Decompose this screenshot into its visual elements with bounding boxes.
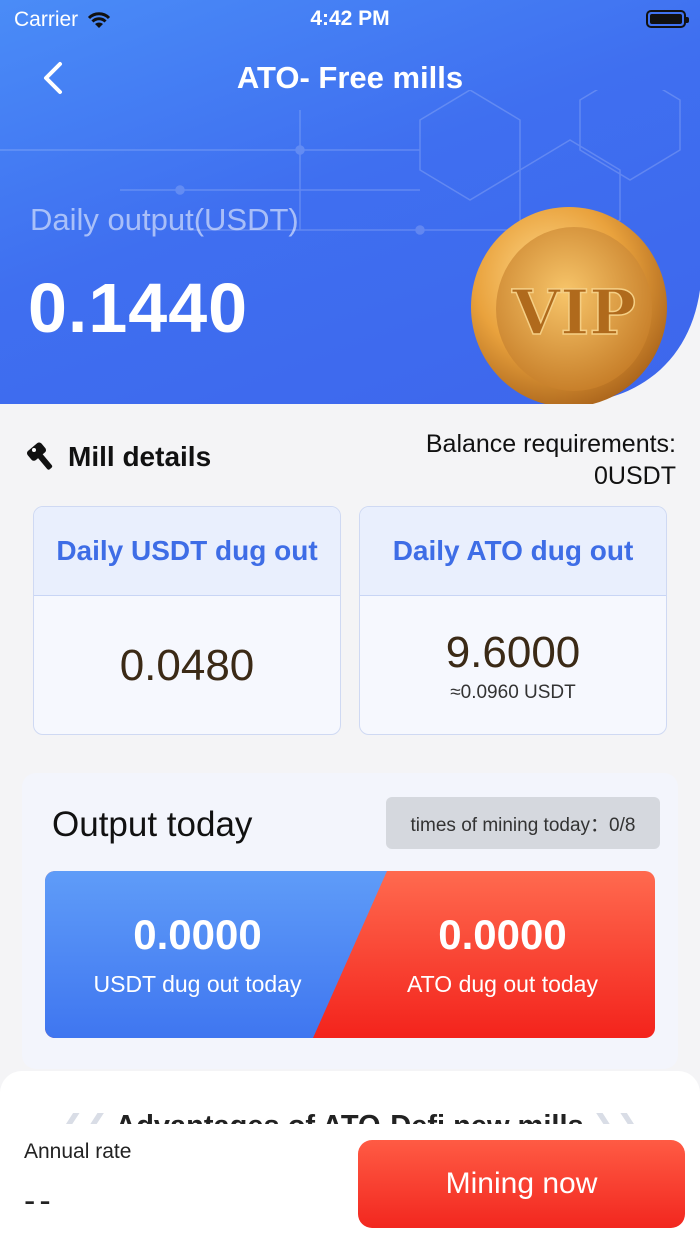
usdt-today-block: 0.0000 USDT dug out today [45,871,350,1038]
vip-coin-icon: VIP [471,207,667,404]
output-today-title: Output today [52,805,253,844]
page-title: ATO- Free mills [236,60,464,95]
svg-text:VIP: VIP [511,276,636,349]
bottom-action-bar: Annual rate -- Mining now [0,1124,700,1244]
output-split-banner: 0.0000 USDT dug out today 0.0000 ATO dug… [45,871,655,1038]
daily-ato-value: 9.6000 [445,627,581,677]
daily-usdt-value: 0.0480 [119,640,255,690]
ato-today-value: 0.0000 [438,911,567,958]
usdt-today-value: 0.0000 [133,911,262,958]
ato-today-block: 0.0000 ATO dug out today [350,871,655,1038]
balance-requirements: Balance requirements: 0USDT [426,428,676,492]
daily-usdt-card: Daily USDT dug out 0.0480 [33,506,341,735]
daily-ato-usdt-equivalent: ≈0.0960 USDT [450,681,576,703]
balance-value: 0USDT [594,462,676,490]
daily-ato-card: Daily ATO dug out 9.6000 ≈0.0960 USDT [359,506,667,735]
mill-details-title: Mill details [68,441,212,472]
ato-today-label: ATO dug out today [407,971,598,997]
balance-label: Balance requirements: [425,430,676,458]
battery-icon [646,10,689,28]
daily-ato-title: Daily ATO dug out [360,507,666,596]
output-today-panel: Output today times of mining today：0/8 0… [22,773,678,1069]
status-bar: Carrier 4:42 PM [0,0,700,40]
mill-details-header: Mill details [24,440,211,474]
hammer-icon [26,442,53,470]
header-hero: Carrier 4:42 PM ATO- Free mills Daily ou… [0,0,700,404]
mining-times-badge: times of mining today：0/8 [386,797,660,849]
status-time: 4:42 PM [310,7,390,30]
daily-usdt-title: Daily USDT dug out [34,507,340,596]
usdt-today-label: USDT dug out today [93,971,302,997]
daily-output-label: Daily output(USDT) [30,202,299,237]
annual-rate-value: -- [24,1182,55,1220]
annual-rate-label: Annual rate [24,1140,132,1163]
mining-now-button[interactable]: Mining now [358,1140,685,1228]
